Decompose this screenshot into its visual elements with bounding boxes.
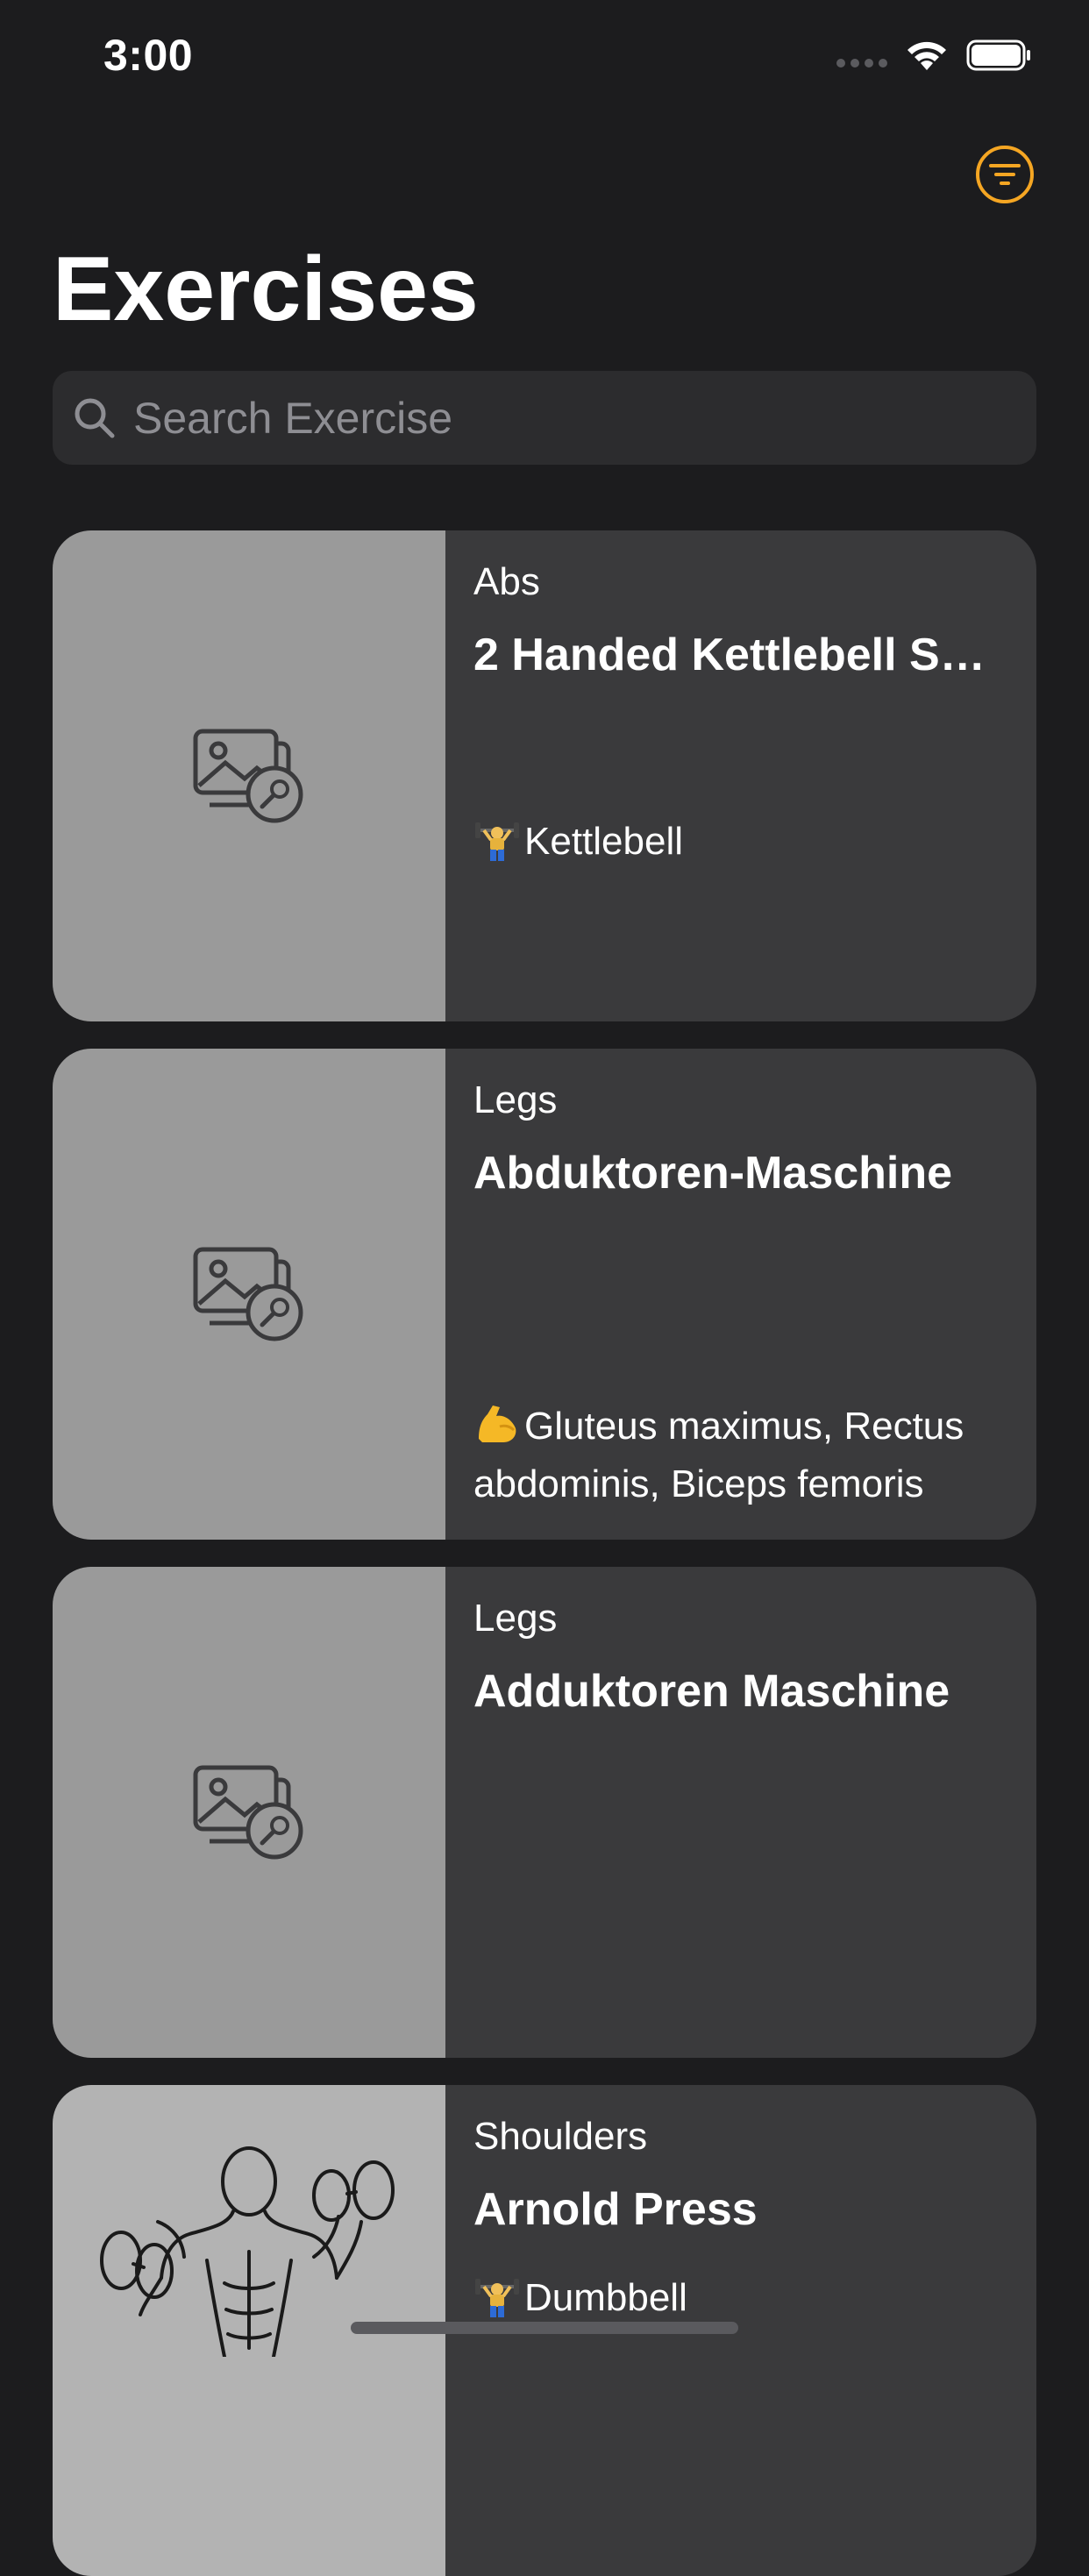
exercise-category: Shoulders <box>473 2115 648 2158</box>
image-placeholder-icon <box>193 1765 303 1860</box>
image-placeholder-icon <box>193 1247 303 1341</box>
search-icon <box>75 398 115 438</box>
exercise-title: Abduktoren-Maschine <box>473 1148 953 1199</box>
exercise-title: Adduktoren Maschine <box>473 1666 950 1717</box>
exercise-info: Legs Adduktoren Maschine <box>445 1567 1036 2058</box>
exercise-image <box>53 1049 445 1540</box>
exercise-category: Legs <box>473 1078 558 1121</box>
status-indicators <box>836 39 1033 72</box>
exercise-card[interactable]: Abs 2 Handed Kettlebell Swi... Kettlebel… <box>53 530 1036 1021</box>
exercise-image <box>53 1567 445 2058</box>
status-bar: 3:00 <box>0 0 1089 118</box>
exercise-category: Legs <box>473 1597 558 1640</box>
exercise-info: Legs Abduktoren-Maschine Gluteus maximus… <box>445 1049 1036 1540</box>
search-input[interactable] <box>132 391 977 445</box>
status-time: 3:00 <box>103 31 194 80</box>
exercise-equipment: Kettlebell <box>473 813 1017 871</box>
exercise-equipment-text: Dumbbell <box>524 2276 687 2319</box>
cellular-signal-icon <box>836 59 887 68</box>
filter-lines-icon <box>989 164 1021 185</box>
exercise-title: Arnold Press <box>473 2184 758 2235</box>
weightlifter-emoji <box>475 2279 519 2317</box>
exercise-image <box>53 530 445 1021</box>
battery-icon <box>966 39 1030 71</box>
exercise-equipment: Dumbbell <box>473 2269 1017 2327</box>
exercise-muscles-text: Gluteus maximus, Rectus abdominis, Bicep… <box>473 1405 964 1505</box>
exercise-equipment-text: Kettlebell <box>524 820 684 863</box>
arnold-press-illustration <box>100 2146 395 2357</box>
weightlifter-emoji <box>475 822 519 861</box>
home-indicator[interactable] <box>351 2322 738 2334</box>
page-title: Exercises <box>53 238 479 340</box>
filter-button[interactable] <box>976 146 1034 203</box>
image-placeholder-icon <box>193 729 303 823</box>
exercise-info: Abs 2 Handed Kettlebell Swi... Kettlebel… <box>445 530 1036 1021</box>
exercise-title: 2 Handed Kettlebell Swi... <box>473 630 1017 680</box>
exercise-category: Abs <box>473 560 540 603</box>
flexed-biceps-emoji <box>479 1405 516 1442</box>
exercise-muscles: Gluteus maximus, Rectus abdominis, Bicep… <box>473 1398 1017 1513</box>
search-bar[interactable] <box>53 371 1036 465</box>
wifi-icon <box>908 41 946 70</box>
exercise-card[interactable]: Legs Abduktoren-Maschine Gluteus maximus… <box>53 1049 1036 1540</box>
exercise-card[interactable]: Legs Adduktoren Maschine <box>53 1567 1036 2058</box>
